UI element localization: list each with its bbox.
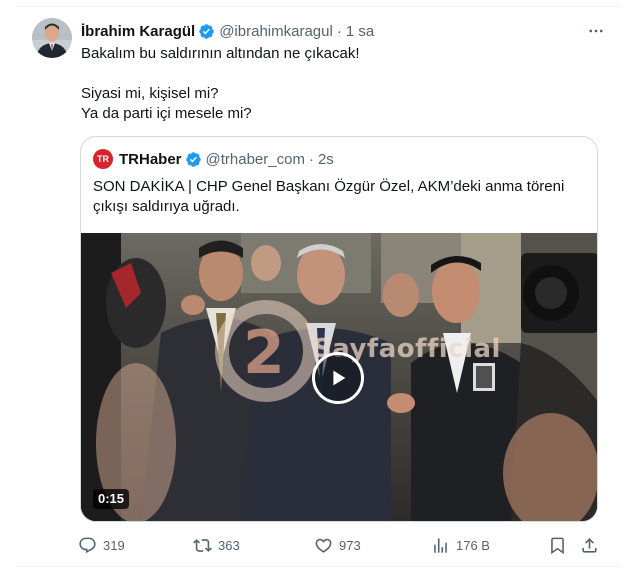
quoted-tweet[interactable]: TR TRHaber @trhaber_com · 2s SON DAKİKA …: [80, 136, 598, 522]
verified-badge-icon: [199, 23, 214, 39]
tweet-text-line: Ya da parti içi mesele mi?: [81, 105, 252, 122]
heart-icon: [315, 538, 332, 553]
verified-badge-icon: [185, 151, 201, 167]
author-avatar[interactable]: [32, 18, 72, 58]
quoted-author-handle[interactable]: @trhaber_com: [206, 151, 305, 168]
more-horizontal-icon[interactable]: [586, 22, 606, 40]
author-name[interactable]: İbrahim Karagül: [81, 23, 195, 40]
tweet-timestamp[interactable]: 1 sa: [346, 23, 374, 40]
like-count: 973: [339, 537, 361, 553]
reply-button[interactable]: 319: [78, 534, 125, 556]
svg-text:2: 2: [243, 318, 285, 388]
views-chart-icon: [434, 537, 447, 553]
tweet-card[interactable]: İbrahim Karagül @ibrahimkaragul · 1 sa B…: [0, 0, 636, 568]
repost-count: 363: [218, 537, 240, 553]
divider-bottom: [18, 566, 620, 567]
divider-top: [18, 6, 620, 7]
repost-button[interactable]: 363: [193, 534, 240, 556]
tweet-text-line: Siyasi mi, kişisel mi?: [81, 85, 219, 102]
bookmark-button[interactable]: [548, 534, 567, 556]
author-handle[interactable]: @ibrahimkaragul: [219, 23, 333, 40]
quoted-tweet-header: TR TRHaber @trhaber_com · 2s: [93, 149, 334, 169]
bookmark-icon: [551, 537, 564, 554]
tweet-actions: 319 363 973 176 B: [78, 534, 600, 556]
video-duration: 0:15: [93, 489, 130, 509]
tweet-header: İbrahim Karagül @ibrahimkaragul · 1 sa: [81, 20, 606, 42]
tweet-text: Bakalım bu saldırının altından ne çıkaca…: [81, 44, 601, 124]
play-button[interactable]: [310, 350, 366, 406]
quoted-tweet-timestamp[interactable]: 2s: [318, 151, 334, 168]
video-player[interactable]: 2 Sayfaofficial 0:15: [81, 233, 597, 521]
reply-count: 319: [103, 537, 125, 553]
like-button[interactable]: 973: [314, 534, 361, 556]
tweet-text-line: Bakalım bu saldırının altından ne çıkaca…: [81, 45, 360, 62]
repost-icon: [193, 538, 212, 552]
play-icon: [312, 352, 364, 404]
views-button[interactable]: 176 B: [431, 534, 490, 556]
separator-dot: ·: [336, 22, 342, 40]
reply-icon: [79, 537, 96, 553]
quoted-author-name[interactable]: TRHaber: [119, 151, 182, 168]
separator-dot: ·: [308, 150, 314, 168]
share-button[interactable]: [580, 534, 599, 556]
quoted-tweet-text: SON DAKİKA | CHP Genel Başkanı Özgür Öze…: [93, 178, 565, 215]
trhaber-logo-text: TR: [97, 154, 109, 164]
trhaber-logo[interactable]: TR: [93, 149, 113, 169]
views-count: 176 B: [456, 537, 490, 553]
share-icon: [582, 537, 597, 553]
